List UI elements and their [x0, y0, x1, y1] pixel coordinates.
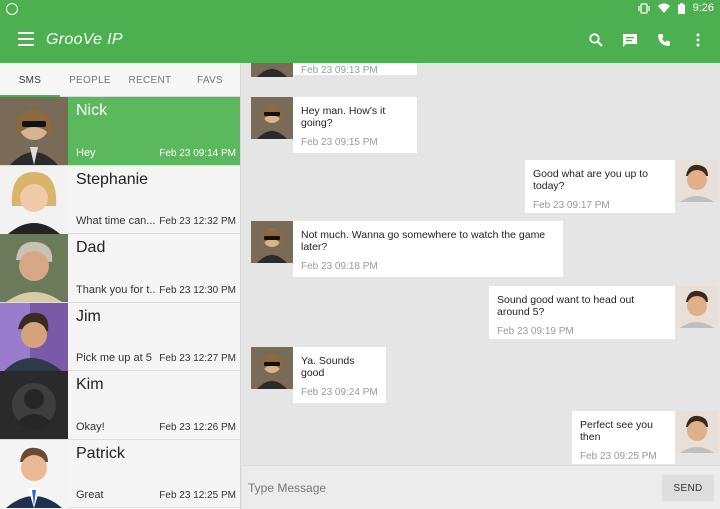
message-time: Feb 23 09:13 PM: [301, 65, 378, 76]
contact-time: Feb 23 12:32 PM: [159, 216, 236, 227]
message-text: Ya. Sounds good: [301, 355, 355, 379]
message-bubble: Perfect see you then Feb 23 09:25 PM: [572, 411, 675, 464]
search-icon[interactable]: [586, 30, 606, 50]
contact-name: Stephanie: [76, 170, 149, 188]
contact-preview: Thank you for t...: [76, 283, 156, 296]
message-bubble: Feb 23 09:13 PM: [293, 63, 417, 76]
message-time: Feb 23 09:15 PM: [301, 137, 378, 148]
avatar: [0, 439, 68, 508]
contact-name: Jim: [76, 307, 101, 325]
more-options-icon[interactable]: [688, 30, 708, 50]
phone-icon[interactable]: [654, 30, 674, 50]
contact-item-patrick[interactable]: Patrick Great Feb 23 12:25 PM: [0, 439, 240, 508]
avatar: [0, 302, 68, 371]
message-composer: SEND: [242, 465, 720, 509]
contact-preview: Pick me up at 5: [76, 352, 152, 364]
avatar: [0, 97, 68, 165]
message-time: Feb 23 09:25 PM: [580, 451, 657, 462]
contact-item-dad[interactable]: Dad Thank you for t... Feb 23 12:30 PM: [0, 234, 240, 303]
message-time: Feb 23 09:18 PM: [301, 261, 378, 272]
battery-icon: [677, 2, 685, 14]
message-text: Perfect see you then: [580, 419, 653, 443]
message-input[interactable]: [248, 476, 648, 500]
avatar: [251, 63, 293, 77]
contact-item-jim[interactable]: Jim Pick me up at 5 Feb 23 12:27 PM: [0, 302, 240, 371]
message-bubble: Sound good want to head out around 5? Fe…: [489, 286, 675, 339]
tab-bar: SMS PEOPLE RECENT FAVS: [0, 63, 240, 97]
app-bar: GrooVe IP: [0, 18, 720, 63]
contact-item-kim[interactable]: Kim Okay! Feb 23 12:26 PM: [0, 371, 240, 440]
message-time: Feb 23 09:17 PM: [533, 200, 610, 211]
contact-name: Nick: [76, 102, 108, 119]
tab-favs[interactable]: FAVS: [180, 63, 240, 96]
contact-preview: Great: [76, 489, 104, 501]
tab-recent[interactable]: RECENT: [120, 63, 180, 96]
avatar: [676, 411, 718, 453]
tab-sms[interactable]: SMS: [0, 63, 60, 97]
message-text: Not much. Wanna go somewhere to watch th…: [301, 229, 546, 253]
message-text: Sound good want to head out around 5?: [497, 294, 635, 318]
contact-name: Dad: [76, 239, 106, 256]
status-bar: 9:26: [0, 0, 720, 18]
message-bubble: Not much. Wanna go somewhere to watch th…: [293, 221, 563, 277]
contact-preview: Okay!: [76, 420, 105, 433]
contact-item-nick[interactable]: Nick Hey Feb 23 09:14 PM: [0, 97, 240, 166]
contact-sidebar: SMS PEOPLE RECENT FAVS Nick Hey Feb 23 0…: [0, 63, 241, 509]
contact-item-stephanie[interactable]: Stephanie What time can... Feb 23 12:32 …: [0, 165, 240, 234]
menu-icon[interactable]: [18, 32, 34, 46]
avatar: [0, 234, 68, 302]
status-time: 9:26: [692, 2, 714, 14]
send-button[interactable]: SEND: [662, 475, 714, 501]
new-message-icon[interactable]: [620, 30, 640, 50]
message-time: Feb 23 09:24 PM: [301, 387, 378, 398]
contact-preview: Hey: [76, 146, 96, 159]
chat-thread[interactable]: Feb 23 09:13 PM Hey man. How's it going?…: [242, 63, 720, 465]
app-title: GrooVe IP: [46, 31, 123, 48]
tab-people[interactable]: PEOPLE: [60, 63, 120, 96]
contact-time: Feb 23 12:27 PM: [159, 353, 236, 364]
avatar: [251, 97, 293, 139]
contact-preview: What time can...: [76, 215, 156, 227]
message-text: Hey man. How's it going?: [301, 105, 386, 129]
avatar: [0, 371, 68, 439]
contact-name: Patrick: [76, 444, 125, 462]
wifi-icon: [657, 3, 670, 13]
avatar: [0, 165, 68, 234]
message-bubble: Hey man. How's it going? Feb 23 09:15 PM: [293, 97, 417, 153]
message-bubble: Good what are you up to today? Feb 23 09…: [525, 160, 675, 213]
contact-name: Kim: [76, 376, 104, 393]
message-bubble: Ya. Sounds good Feb 23 09:24 PM: [293, 347, 386, 403]
message-time: Feb 23 09:19 PM: [497, 326, 574, 337]
avatar: [251, 347, 293, 389]
message-text: Good what are you up to today?: [533, 168, 648, 192]
avatar: [676, 160, 718, 202]
notification-icon: [6, 3, 18, 15]
contact-time: Feb 23 12:30 PM: [159, 284, 236, 296]
contact-time: Feb 23 12:26 PM: [159, 421, 236, 433]
contact-time: Feb 23 09:14 PM: [159, 147, 236, 159]
vibrate-icon: [637, 2, 650, 14]
contact-time: Feb 23 12:25 PM: [159, 490, 236, 501]
avatar: [251, 221, 293, 263]
avatar: [676, 286, 718, 328]
